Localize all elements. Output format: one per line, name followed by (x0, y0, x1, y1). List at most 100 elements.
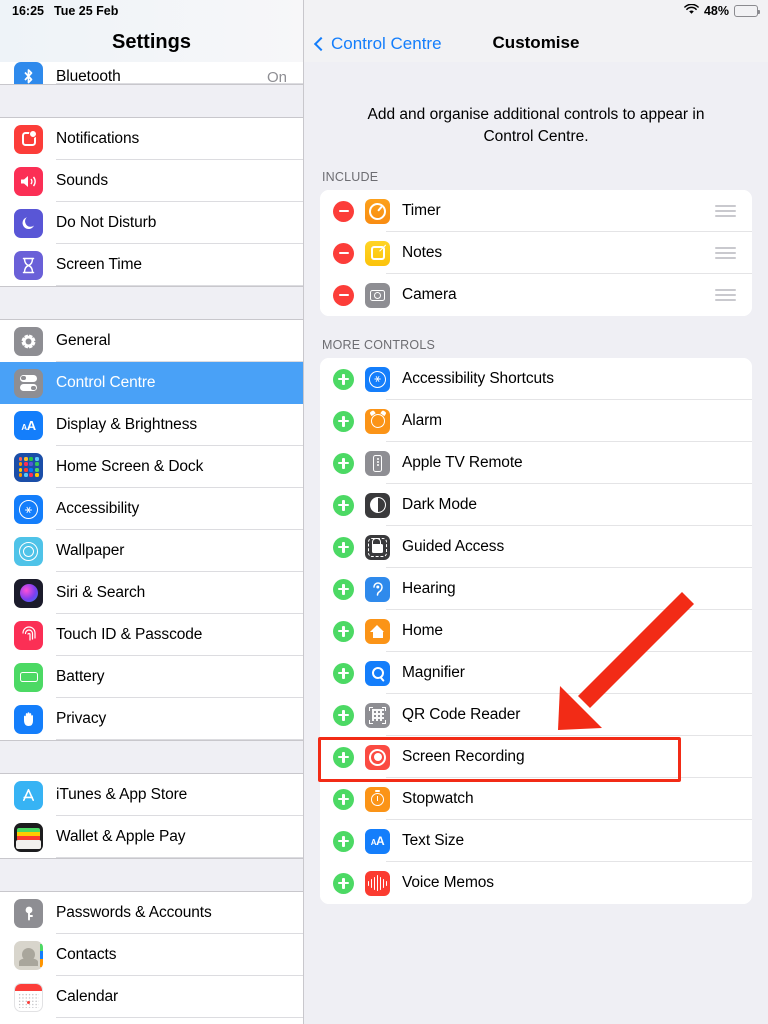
accessibility-icon: ⚹ (14, 494, 43, 524)
control-row-label: Text Size (402, 832, 464, 849)
sounds-icon (14, 166, 43, 196)
sidebar-item-display-brightness[interactable]: AA Display & Brightness (0, 404, 303, 446)
sidebar-item-label: Control Centre (56, 374, 156, 391)
control-row-text-size[interactable]: AA Text Size (320, 820, 752, 862)
sidebar-item-general[interactable]: General (0, 320, 303, 362)
control-row-label: Magnifier (402, 664, 465, 681)
sidebar-item-label: Touch ID & Passcode (56, 626, 203, 643)
remove-icon[interactable] (333, 200, 354, 222)
add-icon[interactable] (333, 452, 354, 474)
control-row-label: Alarm (402, 412, 442, 429)
control-row-voice-memos[interactable]: Voice Memos (320, 862, 752, 904)
control-row-dark-mode[interactable]: Dark Mode (320, 484, 752, 526)
control-row-hearing[interactable]: Hearing (320, 568, 752, 610)
more-controls-section-header: MORE CONTROLS (322, 338, 436, 352)
voice-memos-icon (365, 870, 390, 896)
sidebar-item-label: Screen Time (56, 256, 142, 273)
touch-id-icon (14, 620, 43, 650)
add-icon[interactable] (333, 620, 354, 642)
control-row-screen-recording[interactable]: Screen Recording (320, 736, 752, 778)
remove-icon[interactable] (333, 242, 354, 264)
customise-detail-pane: Control Centre Customise Add and organis… (304, 0, 768, 1024)
control-row-guided-access[interactable]: Guided Access (320, 526, 752, 568)
add-icon[interactable] (333, 662, 354, 684)
control-row-label: Dark Mode (402, 496, 477, 513)
control-row-timer[interactable]: Timer (320, 190, 752, 232)
sidebar-item-sounds[interactable]: Sounds (0, 160, 303, 202)
control-row-accessibility-shortcuts[interactable]: ⚹ Accessibility Shortcuts (320, 358, 752, 400)
sidebar-item-label: Accessibility (56, 500, 140, 517)
sidebar-item-battery[interactable]: Battery (0, 656, 303, 698)
battery-percent-label: 48% (703, 4, 729, 18)
add-icon[interactable] (333, 410, 354, 432)
sidebar-item-passwords-accounts[interactable]: Passwords & Accounts (0, 892, 303, 934)
sidebar-item-wallpaper[interactable]: Wallpaper (0, 530, 303, 572)
ipad-settings-screen: 16:25 Tue 25 Feb 48% Settings Bluetooth O… (0, 0, 768, 1024)
dark-mode-icon (365, 492, 390, 518)
settings-sidebar[interactable]: Settings Bluetooth On Notifications Sounds D… (0, 0, 304, 1024)
add-icon[interactable] (333, 536, 354, 558)
add-icon[interactable] (333, 872, 354, 894)
control-row-camera[interactable]: Camera (320, 274, 752, 316)
sidebar-item-bluetooth[interactable]: Bluetooth On (0, 62, 303, 84)
sidebar-item-control-centre[interactable]: Control Centre (0, 362, 303, 404)
sidebar-scroll-area[interactable]: Bluetooth On Notifications Sounds Do Not Dis… (0, 62, 303, 1024)
sidebar-item-touch-id-passcode[interactable]: Touch ID & Passcode (0, 614, 303, 656)
add-icon[interactable] (333, 830, 354, 852)
sidebar-item-notifications[interactable]: Notifications (0, 118, 303, 160)
reorder-handle-icon[interactable] (715, 247, 736, 259)
add-icon[interactable] (333, 494, 354, 516)
control-row-notes[interactable]: Notes (320, 232, 752, 274)
notifications-icon (14, 124, 43, 154)
chevron-left-icon (313, 36, 329, 51)
sidebar-item-partial[interactable] (0, 1018, 303, 1024)
add-icon[interactable] (333, 788, 354, 810)
control-row-stopwatch[interactable]: Stopwatch (320, 778, 752, 820)
control-row-label: Hearing (402, 580, 456, 597)
apple-tv-remote-icon (365, 450, 390, 476)
control-row-magnifier[interactable]: Magnifier (320, 652, 752, 694)
status-bar-left: 16:25 Tue 25 Feb (12, 4, 118, 18)
battery-icon (734, 5, 761, 17)
calendar-icon (14, 982, 43, 1012)
control-row-label: Notes (402, 244, 442, 261)
sidebar-item-value: On (266, 69, 287, 84)
sidebar-item-contacts[interactable]: Contacts (0, 934, 303, 976)
sidebar-item-itunes-app-store[interactable]: iTunes & App Store (0, 774, 303, 816)
qr-code-reader-icon (365, 702, 390, 728)
more-controls-list[interactable]: ⚹ Accessibility Shortcuts Alarm Apple TV Re… (320, 358, 752, 904)
include-list[interactable]: Timer Notes Camera (320, 190, 752, 316)
page-title: Settings (112, 31, 191, 53)
sidebar-item-home-screen-dock[interactable]: Home Screen & Dock (0, 446, 303, 488)
remove-icon[interactable] (333, 284, 354, 306)
control-row-home[interactable]: Home (320, 610, 752, 652)
reorder-handle-icon[interactable] (715, 289, 736, 301)
sidebar-item-wallet-apple-pay[interactable]: Wallet & Apple Pay (0, 816, 303, 858)
sidebar-group-separator (0, 858, 303, 892)
wallpaper-icon (14, 536, 43, 566)
sidebar-item-calendar[interactable]: Calendar (0, 976, 303, 1018)
reorder-handle-icon[interactable] (715, 205, 736, 217)
sidebar-item-siri-search[interactable]: Siri & Search (0, 572, 303, 614)
sidebar-item-label: Wallet & Apple Pay (56, 828, 186, 845)
sidebar-group-separator (0, 286, 303, 320)
control-row-alarm[interactable]: Alarm (320, 400, 752, 442)
add-icon[interactable] (333, 704, 354, 726)
detail-title: Customise (492, 33, 580, 52)
wallet-icon (14, 822, 43, 852)
sidebar-item-do-not-disturb[interactable]: Do Not Disturb (0, 202, 303, 244)
add-icon[interactable] (333, 746, 354, 768)
control-row-qr-code-reader[interactable]: QR Code Reader (320, 694, 752, 736)
contacts-icon (14, 940, 43, 970)
sidebar-item-screen-time[interactable]: Screen Time (0, 244, 303, 286)
control-row-apple-tv-remote[interactable]: Apple TV Remote (320, 442, 752, 484)
accessibility-shortcuts-icon: ⚹ (365, 366, 390, 392)
add-icon[interactable] (333, 578, 354, 600)
screen-time-icon (14, 250, 43, 280)
home-screen-dock-icon (14, 452, 43, 482)
sidebar-item-accessibility[interactable]: ⚹ Accessibility (0, 488, 303, 530)
hearing-icon (365, 576, 390, 602)
add-icon[interactable] (333, 368, 354, 390)
sidebar-item-privacy[interactable]: Privacy (0, 698, 303, 740)
passwords-key-icon (14, 898, 43, 928)
